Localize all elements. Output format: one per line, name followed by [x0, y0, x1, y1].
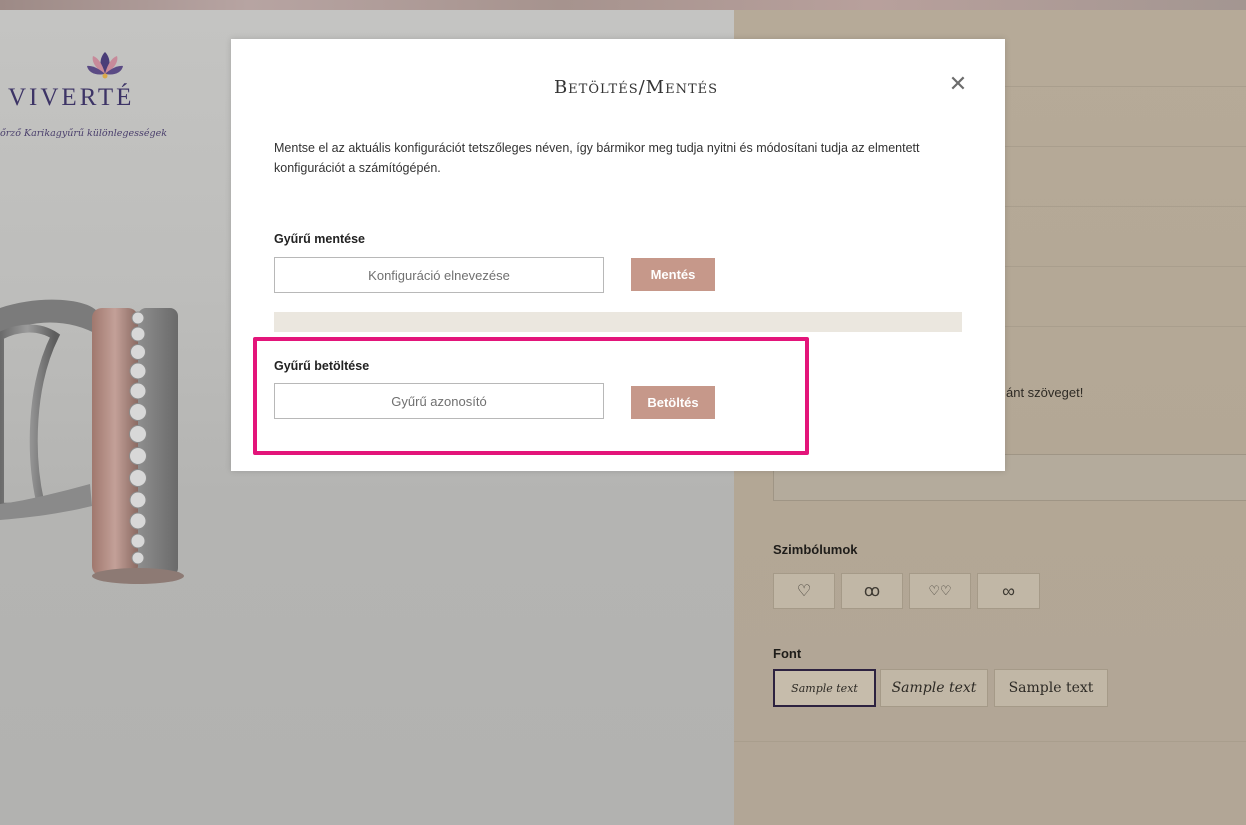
- modal-description: Mentse el az aktuális konfigurációt tets…: [274, 141, 920, 175]
- infinity-icon: ∞: [1002, 580, 1015, 601]
- font-option-label: Sample text: [1008, 680, 1094, 696]
- panel-divider: [734, 741, 1246, 742]
- font-option-script[interactable]: Sample text: [773, 669, 876, 707]
- heart-icon: ♡: [796, 583, 812, 600]
- infinity-symbol-button[interactable]: ∞: [977, 573, 1040, 609]
- save-section-label: Gyűrű mentése: [274, 232, 366, 246]
- font-option-italic[interactable]: Sample text: [880, 669, 988, 707]
- logo-flower-icon: [87, 52, 123, 79]
- engraving-hint-text: ánt szöveget!: [1006, 385, 1084, 400]
- font-option-label: Sample text: [791, 681, 858, 695]
- ring-preview-image: [0, 299, 184, 584]
- section-divider: [274, 312, 962, 332]
- close-icon[interactable]: ✕: [948, 74, 968, 96]
- load-section-highlight: [253, 337, 809, 455]
- brand-name: VIVERTÉ: [8, 84, 135, 111]
- configuration-name-input[interactable]: [274, 257, 604, 293]
- brand-tagline: őrző Karikagyűrű különlegességek: [0, 128, 167, 139]
- symbols-label: Szimbólumok: [773, 542, 858, 557]
- rings-symbol-button[interactable]: ꝏ: [841, 573, 903, 609]
- double-heart-symbol-button[interactable]: ♡♡: [909, 573, 971, 609]
- double-heart-icon: ♡♡: [928, 583, 952, 598]
- save-button[interactable]: Mentés: [631, 258, 715, 291]
- font-option-label: Sample text: [891, 680, 977, 696]
- heart-symbol-button[interactable]: ♡: [773, 573, 835, 609]
- font-option-serif[interactable]: Sample text: [994, 669, 1108, 707]
- font-label: Font: [773, 646, 802, 661]
- header-banner: [0, 0, 1246, 10]
- modal-title: Betöltés/Mentés: [553, 77, 719, 98]
- brand-logo[interactable]: VIVERTÉ őrző Karikagyűrű különlegességek: [0, 48, 235, 158]
- rings-icon: ꝏ: [863, 583, 881, 600]
